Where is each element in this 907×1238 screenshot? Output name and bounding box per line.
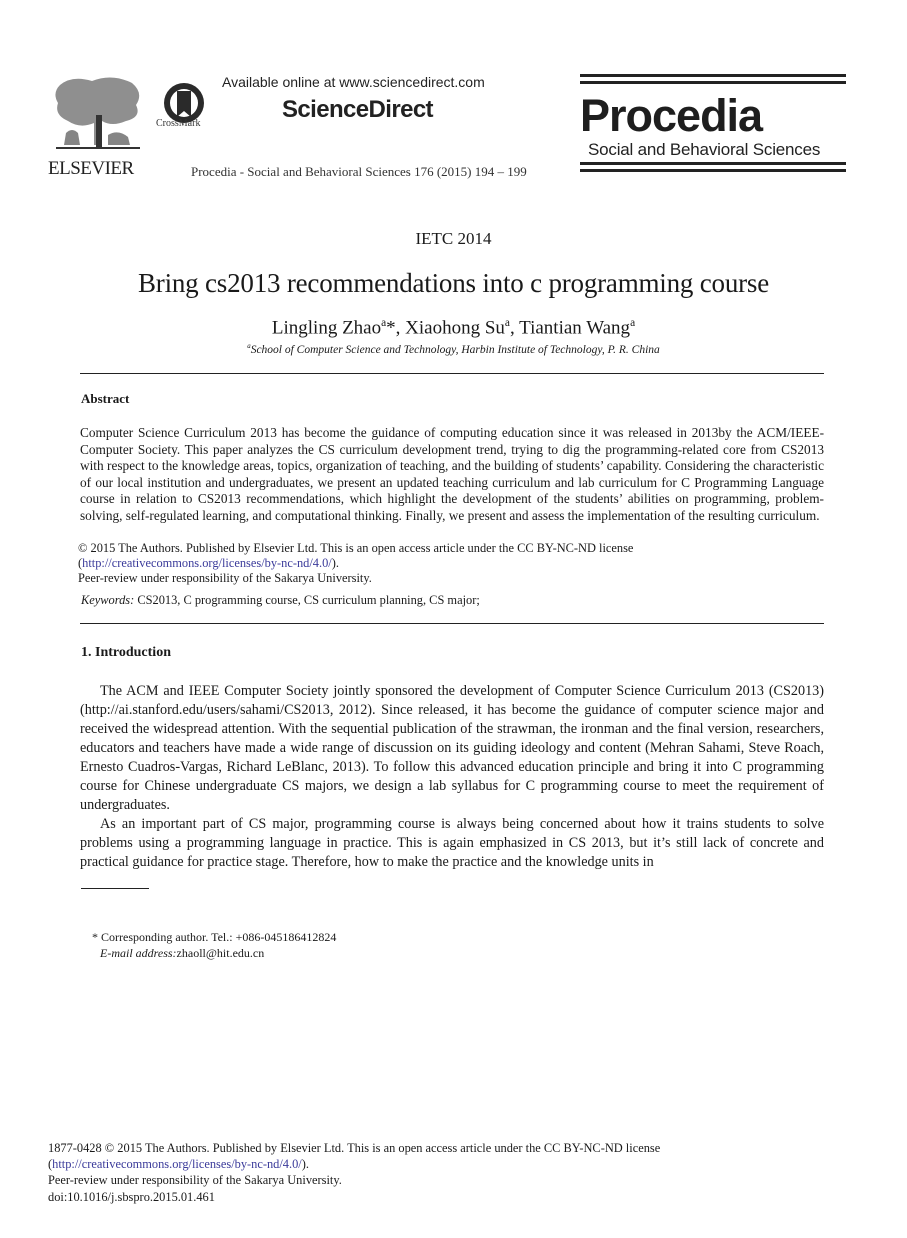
procedia-wordmark: Procedia [580,90,763,141]
crossmark-label: CrossMark [156,118,201,129]
intro-paragraph: As an important part of CS major, progra… [80,816,824,870]
page-footer: 1877-0428 © 2015 The Authors. Published … [48,1140,660,1205]
procedia-subtitle: Social and Behavioral Sciences [588,140,821,159]
logo-rule [580,169,846,172]
footnote-rule [81,888,149,889]
email-address[interactable]: zhaoll@hit.edu.cn [177,946,265,960]
divider [80,373,824,374]
email-label: E-mail address: [100,946,177,960]
procedia-journal-logo: Procedia Social and Behavioral Sciences [580,74,846,174]
article-title: Bring cs2013 recommendations into c prog… [137,268,770,298]
footnote-marker: * [92,930,98,944]
footer-copyright: 1877-0428 © 2015 The Authors. Published … [48,1141,661,1155]
journal-citation: Procedia - Social and Behavioral Science… [191,164,527,179]
affiliation-text: School of Computer Science and Technolog… [250,343,660,356]
corresponding-text: Corresponding author. Tel.: +086-0451864… [101,930,337,944]
corresponding-author-note: * Corresponding author. Tel.: +086-04518… [92,930,336,945]
license-link[interactable]: http://creativecommons.org/licenses/by-n… [82,556,332,570]
available-online-text[interactable]: Available online at www.sciencedirect.co… [222,74,485,90]
footer-license-link[interactable]: http://creativecommons.org/licenses/by-n… [52,1157,302,1171]
footer-peer-review: Peer-review under responsibility of the … [48,1173,342,1188]
keywords-label: Keywords: [81,593,135,607]
elsevier-tree-logo-icon [55,77,140,149]
divider [80,623,824,624]
author-name[interactable]: Lingling Zhao [272,317,381,338]
logo-rule [580,74,846,77]
elsevier-wordmark: ELSEVIER [48,158,134,179]
author-separator: , [509,317,520,339]
logo-rule [580,162,846,165]
corresponding-marker[interactable]: * [386,317,396,338]
email-note: E-mail address:zhaoll@hit.edu.cn [100,946,264,961]
logo-rule [580,81,846,84]
section-heading-introduction: 1. Introduction [81,645,171,660]
abstract-text: Computer Science Curriculum 2013 has bec… [80,425,824,523]
conference-name: IETC 2014 [415,229,492,248]
sciencedirect-logo: ScienceDirect [282,96,434,123]
peer-review-note: Peer-review under responsibility of the … [78,571,372,585]
license-line: (http://creativecommons.org/licenses/by-… [78,556,339,570]
footer-license-line: (http://creativecommons.org/licenses/by-… [48,1157,309,1172]
affiliation-marker: a [630,317,636,329]
keywords: Keywords: CS2013, C programming course, … [81,593,480,608]
abstract-copyright: © 2015 The Authors. Published by Elsevie… [78,541,634,555]
affiliation: aSchool of Computer Science and Technolo… [0,343,907,356]
author-separator: , [395,317,406,339]
abstract-heading: Abstract [81,391,130,406]
intro-paragraph: The ACM and IEEE Computer Society jointl… [80,683,824,813]
author-list: Lingling Zhaoa*, Xiaohong Sua, Tiantian … [0,317,907,339]
author-name[interactable]: Xiaohong Su [405,317,505,338]
keywords-list: CS2013, C programming course, CS curricu… [137,593,480,607]
author-name[interactable]: Tiantian Wang [519,317,630,338]
doi[interactable]: doi:10.1016/j.sbspro.2015.01.461 [48,1189,660,1205]
